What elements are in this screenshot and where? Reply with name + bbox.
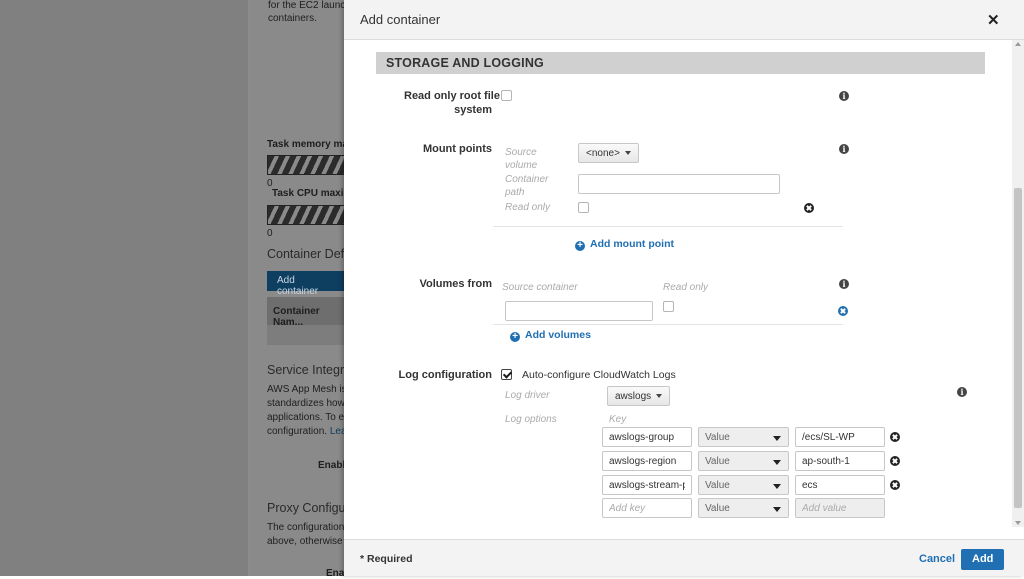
plus-circle-icon: + [575, 241, 585, 251]
auto-configure-checkbox[interactable] [501, 369, 512, 380]
bg-proxy-heading: Proxy Configur [267, 501, 350, 515]
mount-read-only-checkbox[interactable] [578, 202, 589, 213]
log-option-key-input[interactable] [602, 427, 692, 447]
container-path-input[interactable] [578, 174, 780, 194]
remove-icon[interactable] [804, 203, 814, 213]
volumes-divider [493, 324, 843, 325]
modal-scrollbar[interactable] [1012, 40, 1024, 527]
caret-down-icon [773, 460, 781, 465]
volumes-from-label: Volumes from [419, 278, 492, 290]
bg-task-memory-bar [267, 155, 347, 175]
read-only-root-label: Read only root file system [404, 90, 500, 116]
log-option-type-select[interactable]: Value [698, 427, 789, 447]
caret-down-icon [656, 394, 663, 399]
bg-service-line-1: AWS App Mesh is a [267, 384, 355, 395]
cancel-button[interactable]: Cancel [919, 553, 955, 565]
log-option-type-select[interactable]: Value [698, 475, 789, 495]
log-option-value-input[interactable] [795, 475, 885, 495]
log-option-value-input[interactable] [795, 451, 885, 471]
mount-points-label: Mount points [422, 143, 492, 155]
container-path-label: Container path [505, 174, 549, 198]
bg-task-memory-label: Task memory max [267, 139, 354, 150]
caret-down-icon [773, 436, 781, 441]
caret-down-icon [624, 151, 631, 156]
modal-title: Add container [360, 12, 441, 27]
modal-header: Add container ✕ [344, 0, 1024, 40]
remove-icon[interactable] [890, 432, 900, 442]
caret-down-icon [773, 507, 781, 512]
log-option-key-input[interactable] [602, 475, 692, 495]
remove-icon[interactable] [890, 480, 900, 490]
source-container-label: Source container [502, 282, 578, 293]
add-container-modal: Add container ✕ STORAGE AND LOGGING Read… [344, 0, 1024, 576]
bg-table-header: Container Nam... [267, 297, 347, 328]
info-icon: i [839, 144, 849, 154]
bg-proxy-line-2: above, otherwise n [267, 536, 351, 547]
scrollbar-thumb[interactable] [1014, 188, 1022, 508]
volumes-read-only-label: Read only [663, 282, 709, 293]
source-volume-label: Source volume [505, 147, 538, 171]
bg-service-line-2: standardizes how y [267, 398, 353, 409]
info-icon: i [839, 91, 849, 101]
bg-task-cpu-label: Task CPU maxim [272, 188, 353, 199]
add-volumes-link[interactable]: + Add volumes [510, 329, 591, 342]
new-option-type-select[interactable]: Value [698, 498, 789, 518]
close-icon[interactable]: ✕ [987, 11, 1000, 29]
auto-configure-label: Auto-configure CloudWatch Logs [522, 369, 676, 381]
bg-service-line-4: configuration. Learn [267, 426, 356, 437]
bg-container-def-heading: Container Defi [267, 247, 347, 261]
plus-circle-icon: + [510, 332, 520, 342]
add-value-input[interactable] [795, 498, 885, 518]
bg-enable-label: Enabl [318, 460, 346, 471]
bg-enable-cut: Ena [326, 568, 345, 579]
section-header-storage-logging: STORAGE AND LOGGING [376, 52, 985, 74]
log-driver-label: Log driver [505, 390, 550, 401]
bg-intro-line-1: for the EC2 launch [268, 0, 351, 11]
bg-add-container-button: Add container [267, 271, 347, 297]
modal-footer: * Required Cancel Add [344, 539, 1024, 576]
volumes-read-only-checkbox[interactable] [663, 301, 674, 312]
log-configuration-label: Log configuration [398, 369, 492, 381]
remove-icon[interactable] [890, 456, 900, 466]
key-header: Key [609, 414, 627, 425]
scroll-down-icon[interactable] [1015, 521, 1021, 525]
source-volume-dropdown[interactable]: <none> [578, 143, 639, 163]
log-option-type-select[interactable]: Value [698, 451, 789, 471]
caret-down-icon [773, 484, 781, 489]
bg-task-cpu-bar [267, 205, 347, 225]
info-icon: i [839, 279, 849, 289]
mount-read-only-label: Read only [505, 202, 551, 213]
scroll-up-icon[interactable] [1015, 42, 1021, 46]
mount-divider [493, 226, 843, 227]
add-mount-point-link[interactable]: + Add mount point [575, 238, 674, 251]
log-option-key-input[interactable] [602, 451, 692, 471]
log-driver-dropdown[interactable]: awslogs [607, 386, 671, 406]
read-only-root-checkbox[interactable] [501, 90, 512, 101]
bg-intro-line-2: containers. [268, 13, 317, 24]
bg-task-cpu-value: 0 [267, 228, 273, 239]
log-option-value-input[interactable] [795, 427, 885, 447]
background-left-panel [0, 0, 248, 576]
log-options-label: Log options [505, 414, 557, 425]
bg-table-row [267, 325, 347, 345]
bg-service-heading: Service Integra [267, 363, 352, 377]
required-note: * Required [360, 553, 413, 565]
source-container-input[interactable] [505, 301, 653, 321]
add-key-input[interactable] [602, 498, 692, 518]
bg-proxy-line-1: The configuration d [267, 522, 353, 533]
bg-service-line-3: applications. To ena [267, 412, 356, 423]
info-icon: i [957, 387, 967, 397]
add-button[interactable]: Add [961, 549, 1005, 570]
remove-icon[interactable] [838, 306, 848, 316]
modal-body: STORAGE AND LOGGING Read only root file … [344, 40, 1012, 527]
